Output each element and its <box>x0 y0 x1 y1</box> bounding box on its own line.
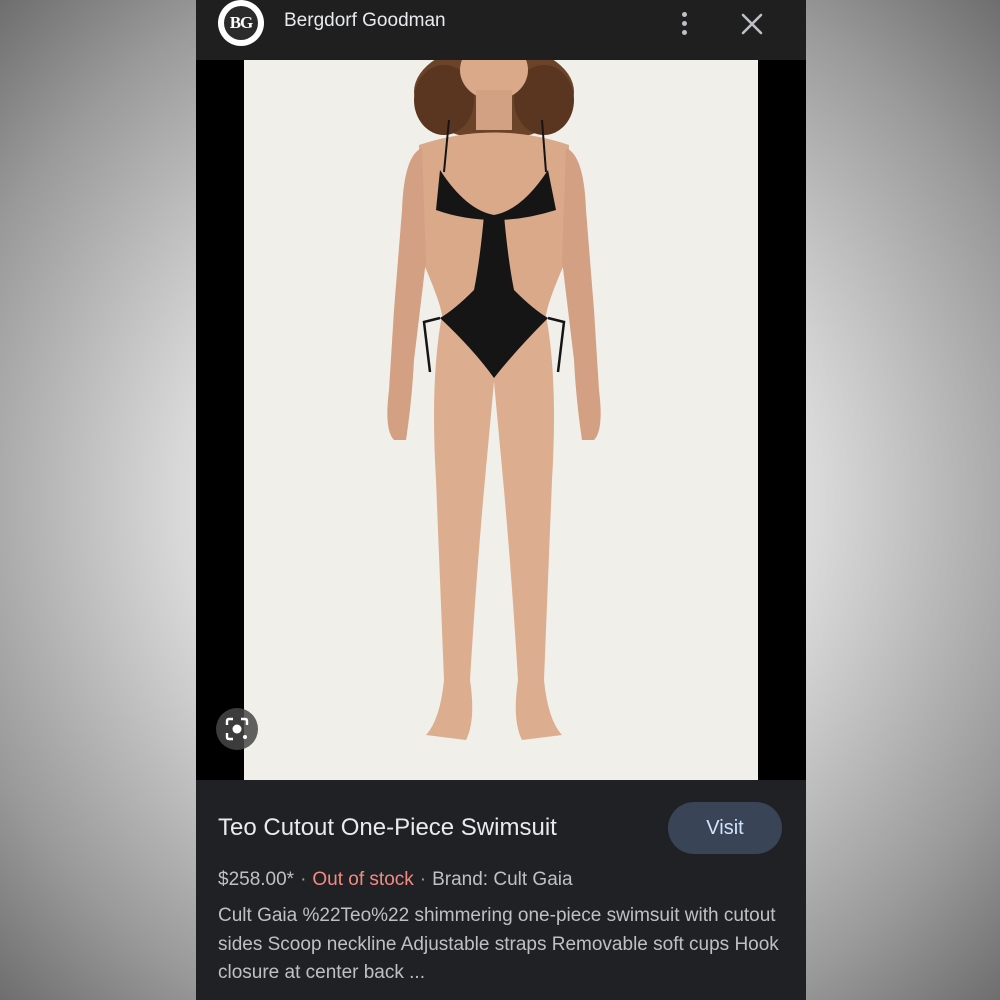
site-logo[interactable]: BG <box>218 0 264 46</box>
close-icon[interactable] <box>736 8 768 40</box>
site-name[interactable]: Bergdorf Goodman <box>284 10 446 32</box>
more-vert-icon[interactable] <box>672 8 696 38</box>
image-viewer <box>196 60 806 780</box>
visit-button[interactable]: Visit <box>668 802 782 854</box>
meta-separator: · <box>419 869 427 890</box>
google-lens-icon[interactable] <box>216 708 258 750</box>
model-figure <box>387 60 601 740</box>
product-image[interactable] <box>244 60 758 780</box>
product-description: Cult Gaia %22Teo%22 shimmering one-piece… <box>218 905 779 983</box>
product-meta: $258.00* · Out of stock · Brand: Cult Gaia <box>218 869 573 891</box>
result-panel: BG Bergdorf Goodman Teo Cutout One-Piece… <box>196 0 806 1000</box>
source-header: BG Bergdorf Goodman <box>196 0 806 60</box>
product-brand: Brand: Cult Gaia <box>432 869 573 890</box>
meta-separator: · <box>300 869 307 890</box>
product-info: Teo Cutout One-Piece Swimsuit Visit $258… <box>196 780 806 1000</box>
logo-monogram: BG <box>224 6 258 40</box>
stock-status: Out of stock <box>312 869 414 890</box>
product-title[interactable]: Teo Cutout One-Piece Swimsuit <box>218 814 557 842</box>
product-price: $258.00* <box>218 869 295 890</box>
